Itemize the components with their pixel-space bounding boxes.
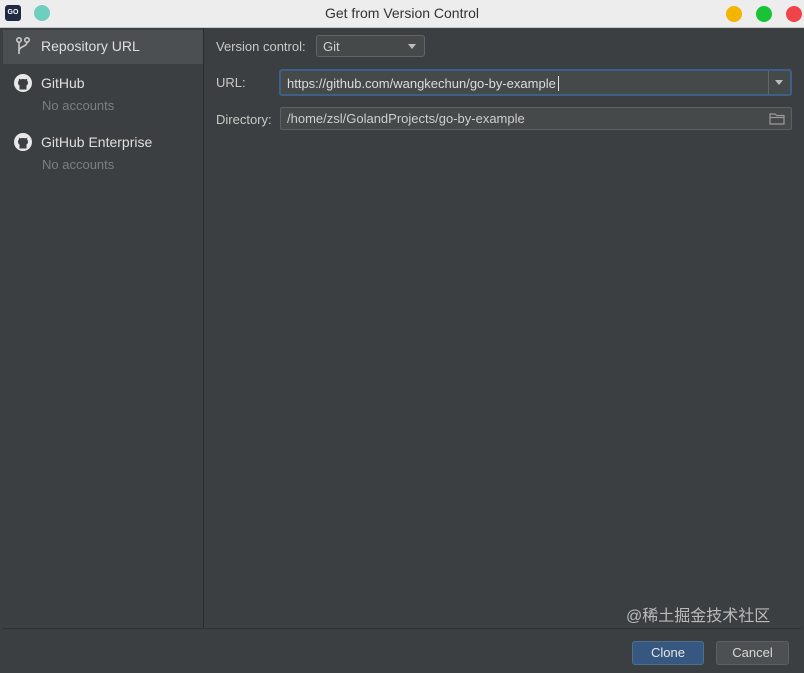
branch-icon: [15, 36, 31, 54]
sidebar-item-status: No accounts: [42, 98, 115, 113]
github-icon: [14, 74, 32, 92]
title-bar: GO Get from Version Control: [0, 0, 804, 28]
dialog-body: Repository URL GitHub No accounts GitHub…: [3, 28, 801, 673]
sidebar-item-github-enterprise[interactable]: GitHub Enterprise No accounts: [3, 127, 203, 179]
url-input[interactable]: https://github.com/wangkechun/go-by-exam…: [279, 69, 792, 96]
sidebar-item-label: GitHub Enterprise: [41, 134, 153, 150]
text-caret: [557, 76, 559, 91]
maximize-button[interactable]: [756, 6, 772, 22]
sidebar-item-github[interactable]: GitHub No accounts: [3, 68, 203, 120]
button-bar: Clone Cancel: [3, 628, 801, 673]
url-label: URL:: [216, 75, 246, 90]
window-title: Get from Version Control: [324, 5, 480, 21]
main-panel: Version control: Git URL: https://github…: [204, 28, 801, 628]
sidebar: Repository URL GitHub No accounts GitHub…: [3, 28, 204, 628]
chevron-down-icon: [408, 44, 416, 49]
cancel-button[interactable]: Cancel: [716, 641, 789, 665]
minimize-button[interactable]: [726, 6, 742, 22]
version-control-value: Git: [323, 39, 340, 54]
url-value: https://github.com/wangkechun/go-by-exam…: [287, 76, 559, 91]
clone-button[interactable]: Clone: [632, 641, 704, 665]
close-button[interactable]: [786, 6, 802, 22]
sidebar-item-label: GitHub: [41, 75, 85, 91]
github-icon: [14, 133, 32, 151]
watermark: @稀土掘金技术社区: [626, 608, 771, 625]
url-text: https://github.com/wangkechun/go-by-exam…: [287, 76, 556, 91]
sidebar-item-label: Repository URL: [41, 38, 140, 54]
directory-value: /home/zsl/GolandProjects/go-by-example: [287, 111, 525, 126]
sidebar-item-repository-url[interactable]: Repository URL: [3, 30, 203, 64]
folder-icon[interactable]: [769, 112, 785, 125]
version-control-label: Version control:: [216, 39, 306, 54]
directory-input[interactable]: /home/zsl/GolandProjects/go-by-example: [280, 107, 792, 130]
directory-label: Directory:: [216, 112, 272, 127]
url-history-dropdown[interactable]: [768, 71, 790, 94]
version-control-select[interactable]: Git: [316, 35, 425, 57]
chevron-down-icon: [775, 80, 783, 85]
sidebar-item-status: No accounts: [42, 157, 115, 172]
